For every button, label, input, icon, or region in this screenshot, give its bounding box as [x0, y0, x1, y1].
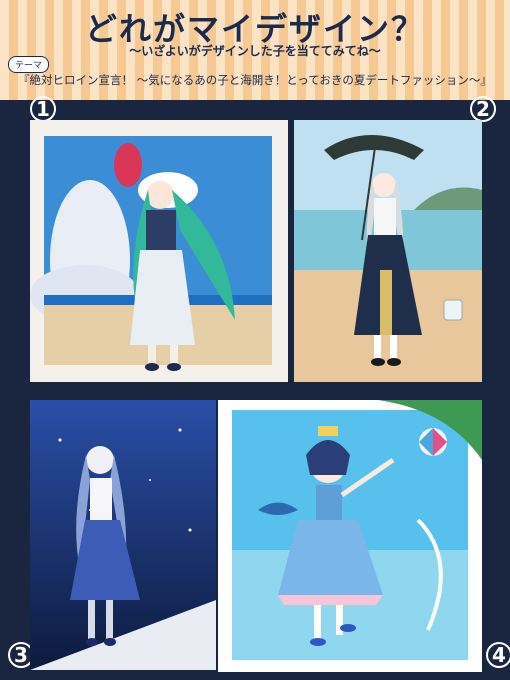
page-subtitle: 〜いざよいがデザインした子を当ててみてね〜 [129, 44, 381, 58]
artwork-panel-4[interactable] [218, 400, 482, 672]
header-banner: どれがマイデザイン？ 〜いざよいがデザインした子を当ててみてね〜 テーマ 『絶対… [0, 0, 510, 100]
theme-tag: テーマ [8, 56, 50, 73]
artwork-4-image [218, 400, 482, 672]
artwork-1-image [30, 120, 288, 382]
artwork-panel-2[interactable] [294, 120, 482, 382]
artwork-grid: 1 2 3 4 [0, 96, 510, 680]
panel-number-1: 1 [30, 96, 56, 122]
panel-number-4: 4 [486, 642, 510, 668]
panel-number-2: 2 [470, 96, 496, 122]
artwork-2-image [294, 120, 482, 382]
artwork-panel-1[interactable] [30, 120, 288, 382]
theme-text: 『絶対ヒロイン宣言！ 〜気になるあの子と海開き！とっておきの夏デートファッション… [18, 73, 492, 87]
artwork-3-image [30, 400, 216, 670]
artwork-panel-3[interactable] [30, 400, 216, 670]
